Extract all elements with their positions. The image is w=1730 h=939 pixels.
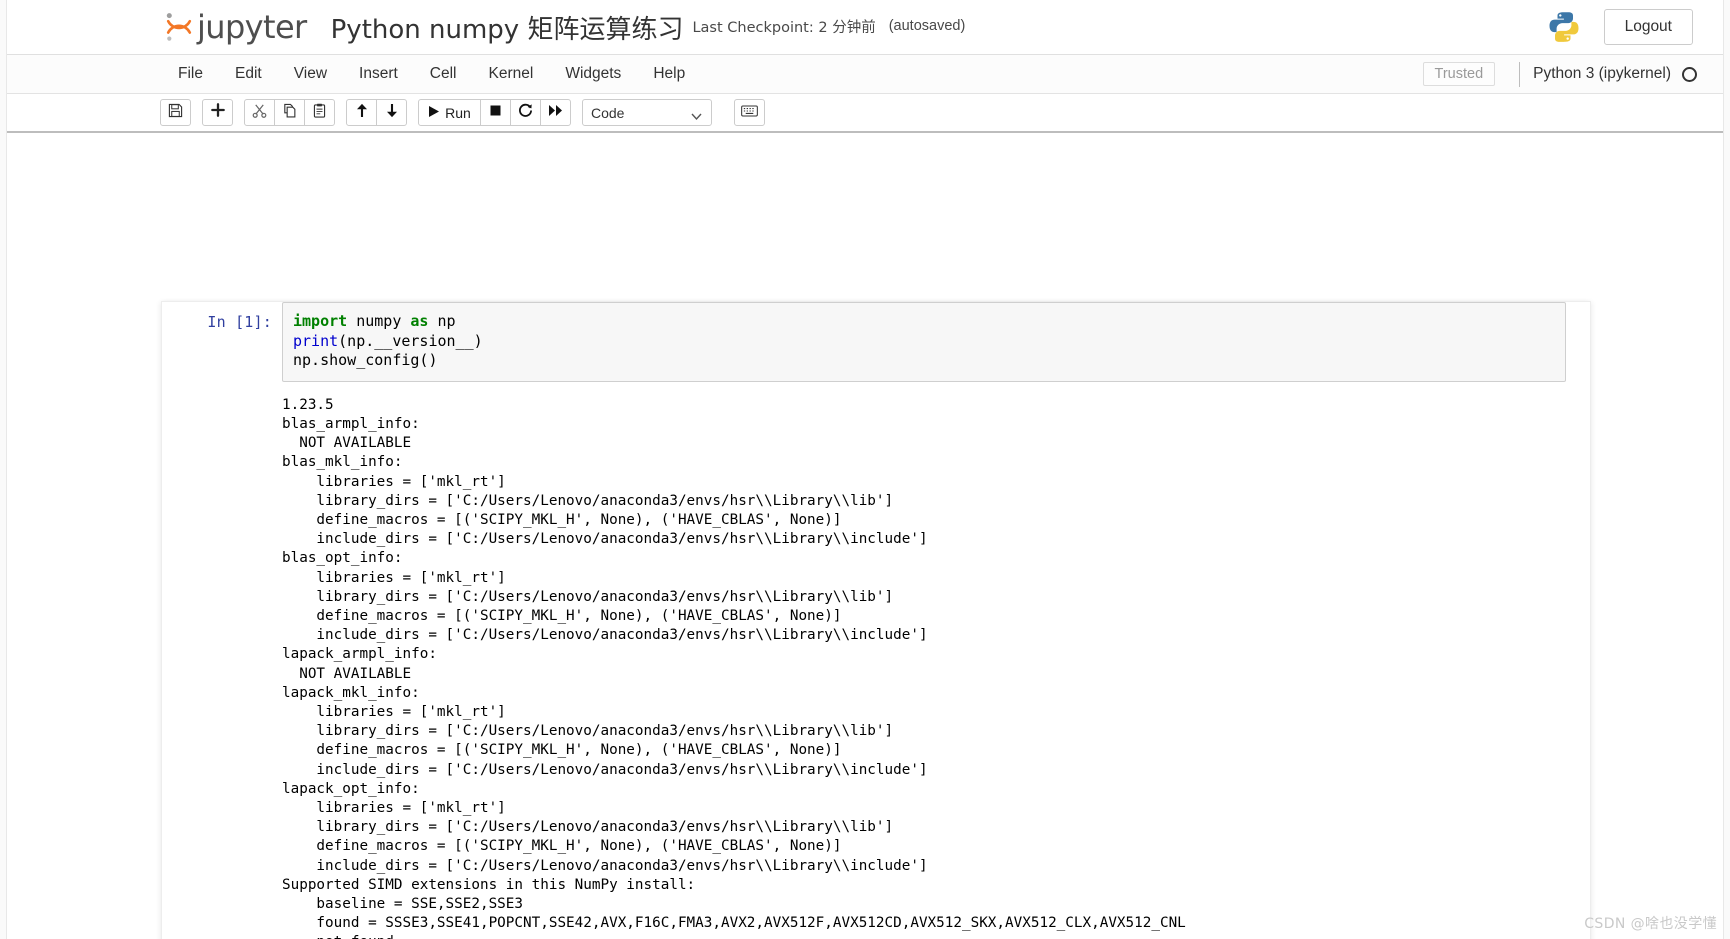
menu-bar: File Edit View Insert Cell Kernel Widget… <box>7 55 1723 94</box>
copy-cell-button[interactable] <box>274 99 305 126</box>
toolbar-group-move <box>346 99 407 126</box>
python-logo-icon <box>1546 9 1582 45</box>
command-palette-button[interactable] <box>734 99 765 126</box>
code-line-1: import numpy as np <box>293 312 456 330</box>
code-editor[interactable]: import numpy as np print(np.__version__)… <box>282 302 1566 382</box>
jupyter-logo-link[interactable]: jupyter <box>164 8 307 46</box>
notebook-scrollbar[interactable] <box>1585 302 1587 939</box>
output-prompt-spacer <box>162 396 282 939</box>
interrupt-kernel-button[interactable] <box>480 99 511 126</box>
menubar-right-group: Trusted Python 3 (ipykernel) <box>1422 61 1697 87</box>
arrow-down-icon <box>385 103 399 123</box>
play-icon <box>428 105 440 121</box>
move-cell-down-button[interactable] <box>376 99 407 126</box>
save-button[interactable] <box>160 99 191 126</box>
autosaved-label: (autosaved) <box>888 18 966 34</box>
cell-type-select[interactable]: Code <box>582 99 712 126</box>
insert-cell-below-button[interactable] <box>202 99 233 126</box>
stdout-output-text: 1.23.5 blas_armpl_info: NOT AVAILABLE bl… <box>282 396 1186 939</box>
run-button-label: Run <box>445 104 471 121</box>
kernel-idle-circle-icon <box>1682 66 1697 82</box>
notebook-page: In [1]: import numpy as np print(np.__ve… <box>162 302 1590 939</box>
menu-item-insert[interactable]: Insert <box>343 59 414 89</box>
paste-cell-button[interactable] <box>304 99 335 126</box>
menu-item-widgets[interactable]: Widgets <box>549 59 637 89</box>
fast-forward-icon <box>548 104 563 122</box>
csdn-watermark: CSDN @啥也没学懂 <box>1584 916 1717 932</box>
move-cell-up-button[interactable] <box>346 99 377 126</box>
last-checkpoint-label: Last Checkpoint: 2 分钟前 <box>692 19 876 36</box>
page-left-gutter <box>0 0 7 939</box>
floppy-disk-icon <box>168 103 183 123</box>
jupyter-logo-icon <box>164 11 194 43</box>
restart-circular-arrow-icon <box>518 103 533 123</box>
menu-item-file[interactable]: File <box>162 59 219 89</box>
notebook-scroll-area[interactable]: In [1]: import numpy as np print(np.__ve… <box>7 133 1723 939</box>
scissors-icon <box>252 103 267 123</box>
restart-and-run-all-button[interactable] <box>540 99 571 126</box>
notebook-header: jupyter Python numpy 矩阵运算练习 Last Checkpo… <box>7 0 1723 55</box>
cell-type-value: Code <box>591 104 625 121</box>
chevron-down-icon <box>691 108 702 124</box>
menu-item-kernel[interactable]: Kernel <box>473 59 550 89</box>
cell-output-area: 1.23.5 blas_armpl_info: NOT AVAILABLE bl… <box>162 382 1590 939</box>
arrow-up-icon <box>355 103 369 123</box>
notebook-title[interactable]: Python numpy 矩阵运算练习 <box>331 9 684 46</box>
kernel-name-label[interactable]: Python 3 (ipykernel) <box>1533 65 1671 83</box>
jupyter-wordmark: jupyter <box>197 8 307 46</box>
menu-items-group: File Edit View Insert Cell Kernel Widget… <box>162 59 701 89</box>
restart-kernel-button[interactable] <box>510 99 541 126</box>
menu-item-cell[interactable]: Cell <box>414 59 473 89</box>
toolbar-button-groups: Run Code <box>160 99 765 126</box>
toolbar-group-run: Run <box>418 99 571 126</box>
toolbar-group-insert <box>202 99 233 126</box>
menu-item-edit[interactable]: Edit <box>219 59 278 89</box>
cut-cell-button[interactable] <box>244 99 275 126</box>
menu-item-help[interactable]: Help <box>637 59 701 89</box>
toolbar-group-palette <box>734 99 765 126</box>
logout-button[interactable]: Logout <box>1603 9 1693 45</box>
kernel-separator <box>1519 61 1521 87</box>
copy-icon <box>282 103 297 123</box>
plus-icon <box>210 103 225 122</box>
code-line-2: print(np.__version__) <box>293 331 483 350</box>
clipboard-paste-icon <box>312 103 327 123</box>
run-cell-button[interactable]: Run <box>418 99 481 126</box>
trusted-badge[interactable]: Trusted <box>1422 62 1496 86</box>
notebook-cell-1[interactable]: In [1]: import numpy as np print(np.__ve… <box>162 302 1590 382</box>
toolbar-group-save <box>160 99 191 126</box>
toolbar-group-clipboard <box>244 99 335 126</box>
menu-item-view[interactable]: View <box>278 59 343 89</box>
cell-input-prompt: In [1]: <box>207 313 272 331</box>
jupyter-notebook-app: jupyter Python numpy 矩阵运算练习 Last Checkpo… <box>0 0 1730 939</box>
notebook-toolbar: Run Code <box>7 94 1723 133</box>
keyboard-icon <box>741 104 758 122</box>
page-right-gutter <box>1723 0 1730 939</box>
stop-square-icon <box>489 104 502 122</box>
header-right-group: Logout <box>1546 9 1693 45</box>
code-line-3: np.show_config() <box>293 351 438 370</box>
